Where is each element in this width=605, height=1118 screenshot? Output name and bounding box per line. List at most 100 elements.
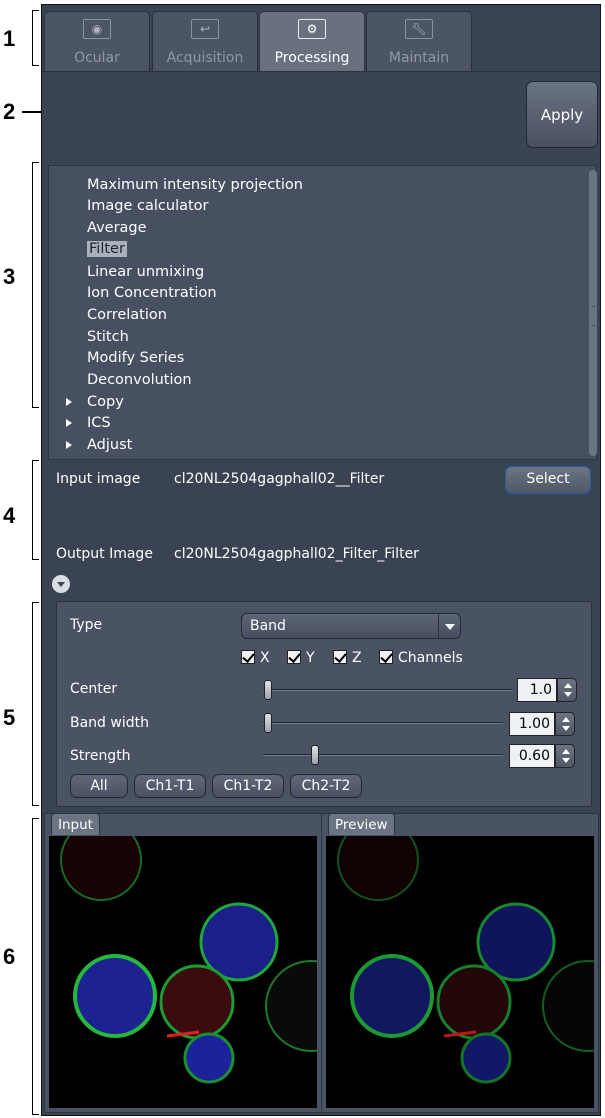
list-item[interactable]: Average <box>87 218 147 238</box>
input-image-pane: Input <box>44 813 322 1113</box>
callout-bracket-1 <box>32 10 39 66</box>
eye-icon: ◉ <box>83 19 111 39</box>
band-width-slider[interactable] <box>263 722 503 724</box>
callout-2: 2 <box>3 99 16 124</box>
list-item[interactable]: Correlation <box>87 305 167 325</box>
list-item[interactable]: Stitch <box>87 327 129 347</box>
list-item-group[interactable]: Copy <box>66 392 124 412</box>
center-spinbox[interactable]: 1.0 <box>517 678 577 702</box>
list-item-selected[interactable]: Filter <box>87 239 127 259</box>
tab-acquisition[interactable]: ↩ Acquisition <box>152 11 258 71</box>
preview-image-pane: Preview <box>321 813 599 1113</box>
input-image-label: Input image <box>56 471 141 487</box>
channel-ch1-t2-button[interactable]: Ch1-T2 <box>212 774 284 798</box>
list-item[interactable]: Modify Series <box>87 348 184 368</box>
list-item[interactable]: Linear unmixing <box>87 262 204 282</box>
expand-triangle-icon[interactable] <box>66 398 72 406</box>
gear-icon: ⚙ <box>298 19 326 39</box>
list-item-label: Modify Series <box>87 350 185 366</box>
tab-maintain[interactable]: 🔧︎ Maintain <box>366 11 472 71</box>
type-dropdown-value: Band <box>250 618 286 634</box>
strength-spinbox[interactable]: 0.60 <box>509 744 575 768</box>
list-item-group[interactable]: Adjust <box>66 435 133 455</box>
callout-6: 6 <box>3 944 16 969</box>
strength-value[interactable]: 0.60 <box>509 744 555 768</box>
preview-image-view[interactable] <box>326 836 594 1108</box>
tab-processing[interactable]: ⚙ Processing <box>259 11 365 71</box>
output-image-label: Output Image <box>56 546 153 562</box>
callout-bracket-5 <box>32 602 39 806</box>
wrench-icon: 🔧︎ <box>405 19 433 39</box>
center-slider-handle[interactable] <box>264 680 272 700</box>
checkbox-y-label: Y <box>306 650 315 666</box>
center-label: Center <box>70 681 118 697</box>
tab-maintain-label: Maintain <box>388 50 450 66</box>
center-slider[interactable] <box>263 689 513 691</box>
expand-chevron-icon[interactable] <box>52 575 70 593</box>
channel-ch2-t2-button[interactable]: Ch2-T2 <box>290 774 362 798</box>
callout-4: 4 <box>3 503 16 528</box>
checkbox-x[interactable]: X <box>241 648 270 668</box>
output-image-name: cl20NL2504gagphall02_Filter_Filter <box>174 546 419 562</box>
list-item-label: Average <box>87 220 147 236</box>
chevron-down-icon <box>438 614 460 638</box>
expand-triangle-icon[interactable] <box>66 419 72 427</box>
list-item-label: Ion Concentration <box>87 285 217 301</box>
select-button[interactable]: Select <box>505 466 591 494</box>
callout-bracket-3 <box>32 162 39 408</box>
spin-arrows-icon[interactable] <box>555 712 575 736</box>
apply-button[interactable]: Apply <box>526 81 598 148</box>
channel-ch1-t1-button[interactable]: Ch1-T1 <box>134 774 206 798</box>
input-image-view[interactable] <box>49 836 317 1108</box>
checkbox-x-label: X <box>260 650 270 666</box>
strength-label: Strength <box>70 748 131 764</box>
type-label: Type <box>70 617 103 633</box>
list-item[interactable]: Image calculator <box>87 196 209 216</box>
acquisition-icon: ↩ <box>191 19 219 39</box>
list-item-label: Stitch <box>87 329 129 345</box>
list-item[interactable]: Maximum intensity projection <box>87 175 303 195</box>
callout-bracket-4 <box>32 460 39 560</box>
filter-parameters: Type Band X Y Z Channels Center 1.0 Band… <box>56 601 592 807</box>
list-item-label: Copy <box>87 394 124 410</box>
checkbox-z-label: Z <box>352 650 362 666</box>
expand-triangle-icon[interactable] <box>66 441 72 449</box>
list-item-label: Deconvolution <box>87 372 192 388</box>
list-item-label: Linear unmixing <box>87 264 205 280</box>
list-item-label: ICS <box>87 415 111 431</box>
list-item-label: Image calculator <box>87 198 209 214</box>
scrollbar-grip[interactable] <box>591 306 595 326</box>
tab-acquisition-label: Acquisition <box>166 50 244 66</box>
center-value[interactable]: 1.0 <box>517 678 557 702</box>
checkbox-channels[interactable]: Channels <box>379 648 463 668</box>
spin-arrows-icon[interactable] <box>555 744 575 768</box>
input-image-tab[interactable]: Input <box>51 813 100 835</box>
spin-arrows-icon[interactable] <box>557 678 577 702</box>
band-width-spinbox[interactable]: 1.00 <box>509 712 575 736</box>
type-dropdown[interactable]: Band <box>241 613 461 639</box>
checkbox-z[interactable]: Z <box>333 648 362 668</box>
callout-1: 1 <box>3 26 16 51</box>
check-icon <box>333 650 347 664</box>
tab-bar-divider <box>42 71 600 72</box>
band-width-slider-handle[interactable] <box>264 713 272 733</box>
method-list[interactable]: Maximum intensity projection Image calcu… <box>48 165 597 460</box>
list-item-group[interactable]: ICS <box>66 413 111 433</box>
tab-ocular[interactable]: ◉ Ocular <box>44 11 150 71</box>
list-item-label: Correlation <box>87 307 167 323</box>
preview-micrograph <box>337 836 594 1084</box>
list-item[interactable]: Deconvolution <box>87 370 192 390</box>
band-width-label: Band width <box>70 715 149 731</box>
strength-slider-handle[interactable] <box>311 745 319 765</box>
band-width-value[interactable]: 1.00 <box>509 712 555 736</box>
list-item-label: Filter <box>87 241 127 257</box>
checkbox-channels-label: Channels <box>398 650 463 666</box>
list-item[interactable]: Ion Concentration <box>87 283 217 303</box>
tab-ocular-label: Ocular <box>74 50 120 66</box>
list-item-label: Adjust <box>87 437 133 453</box>
channel-all-button[interactable]: All <box>70 774 128 798</box>
checkbox-y[interactable]: Y <box>287 648 315 668</box>
input-image-name: cl20NL2504gagphall02__Filter <box>174 471 385 487</box>
preview-image-tab[interactable]: Preview <box>328 813 395 835</box>
strength-slider[interactable] <box>263 754 503 756</box>
